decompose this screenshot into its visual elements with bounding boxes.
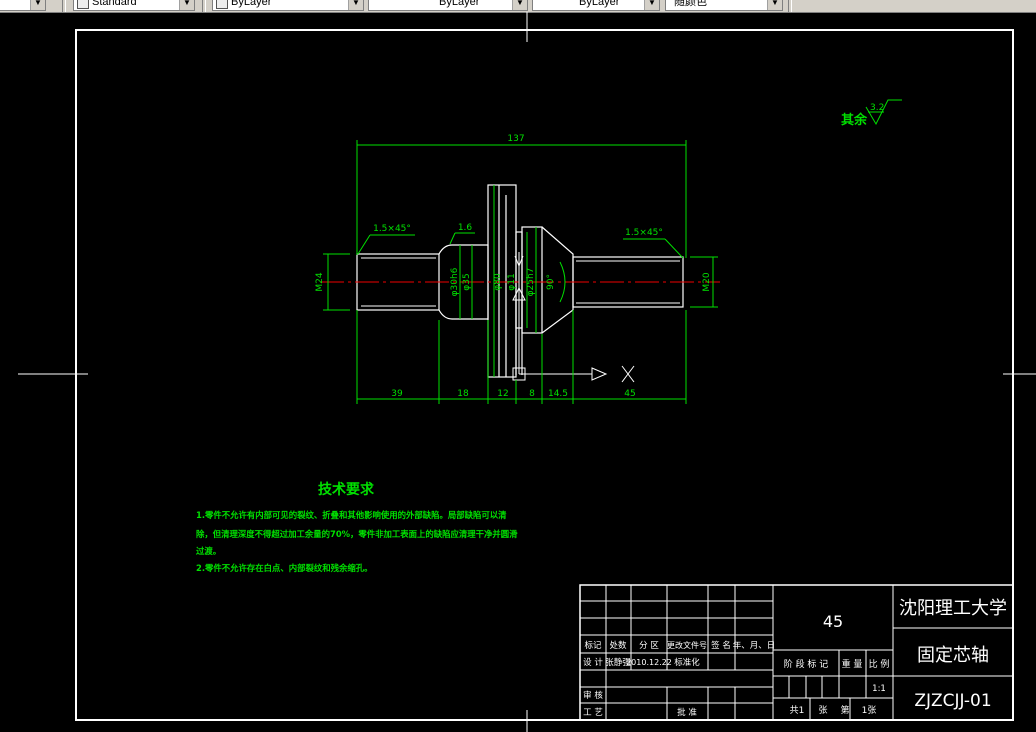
- dim-bore-d: φ11: [507, 273, 517, 290]
- dim-cone-angle: 90°: [546, 274, 556, 290]
- linetype-combo[interactable]: ByLayer ▼: [368, 0, 528, 11]
- tech-req-line: 2.零件不允许存在白点、内部裂纹和残余缩孔。: [196, 563, 373, 573]
- text-style-icon: [77, 0, 89, 9]
- material: 45: [823, 612, 843, 631]
- sheet-no-b: 1张: [862, 705, 877, 716]
- drawing-number: ZJZCJJ-01: [914, 691, 991, 711]
- dimension-labels: 137 1.5×45° 1.6 1.5×45° M24 φ30h6 φ35 φ8…: [315, 103, 884, 399]
- dim-chamfer-left: 1.5×45°: [373, 224, 411, 234]
- technical-requirements: 技术要求 1.零件不允许有内部可见的裂纹、折叠和其他影响使用的外部缺陷。局部缺陷…: [196, 481, 518, 573]
- university-name: 沈阳理工大学: [899, 598, 1007, 619]
- chevron-down-icon[interactable]: ▼: [767, 0, 782, 10]
- roughness-note-label: 其余: [841, 112, 868, 128]
- previous-combo[interactable]: ▼: [0, 0, 46, 11]
- part-name: 固定芯轴: [917, 645, 989, 666]
- mark-cell: 签 名: [711, 640, 731, 651]
- dim-cone-d: φ25h7: [526, 268, 536, 297]
- tech-req-line: 过渡。: [196, 546, 221, 556]
- title-block-text: 45 沈阳理工大学 固定芯轴 ZJZCJJ-01 标记 处数 分 区 更改文件号…: [583, 598, 1007, 718]
- mark-cell: 更改文件号: [667, 640, 707, 650]
- roughness-value: 3.2: [870, 103, 884, 113]
- plot-style-combo[interactable]: 随颜色 ▼: [665, 0, 783, 11]
- tech-req-line: 除，但清理深度不得超过加工余量的70%，零件非加工表面上的缺陷应清理干净并圆滑: [196, 529, 518, 539]
- dim-flange-d: φ80: [493, 273, 503, 291]
- tech-req-title: 技术要求: [318, 481, 375, 498]
- review-label: 审 核: [583, 690, 603, 701]
- inner-frame: [75, 29, 1014, 721]
- plot-style-value: 随颜色: [674, 0, 707, 8]
- dim-thread-right: M20: [702, 272, 712, 291]
- toolbar-separator: [202, 0, 206, 12]
- dim-thread-left: M24: [315, 272, 325, 291]
- centering-marks: [18, 12, 1036, 732]
- chevron-down-icon[interactable]: ▼: [644, 0, 659, 10]
- dim-len-2: 18: [457, 389, 469, 399]
- dim-chamfer-right: 1.5×45°: [625, 228, 663, 238]
- dim-shaft-fit: φ30h6: [450, 267, 460, 296]
- scale-value: 1:1: [872, 684, 886, 694]
- text-style-value: Standard: [92, 0, 137, 8]
- drawing-canvas[interactable]: 137 1.5×45° 1.6 1.5×45° M24 φ30h6 φ35 φ8…: [0, 12, 1036, 732]
- stage-mark-label: 阶 段 标 记: [784, 658, 829, 670]
- text-style-combo[interactable]: Standard ▼: [73, 0, 195, 11]
- toolbar-separator: [62, 0, 66, 12]
- standardization-label: 标准化: [674, 657, 700, 668]
- toolbar-separator: [788, 0, 792, 12]
- layer-value: ByLayer: [231, 0, 272, 8]
- outer-frame: [75, 29, 1014, 721]
- layer-color-icon: [216, 0, 228, 9]
- dim-len-6: 45: [624, 389, 635, 399]
- drawing-border: [75, 29, 1014, 721]
- scale-label: 比 例: [869, 658, 890, 670]
- lineweight-value: ByLayer: [579, 0, 620, 8]
- dimensions: [323, 99, 902, 404]
- weight-label: 重 量: [842, 658, 863, 670]
- mark-cell: 年、月、日: [733, 640, 776, 651]
- linetype-value: ByLayer: [439, 0, 480, 8]
- sheet-total-a: 共1: [790, 705, 805, 716]
- chevron-down-icon[interactable]: ▼: [348, 0, 363, 10]
- dim-len-1: 39: [391, 389, 403, 399]
- part-outline: [356, 184, 684, 378]
- approve-label: 批 准: [677, 707, 697, 718]
- chevron-down-icon[interactable]: ▼: [30, 0, 45, 10]
- chevron-down-icon[interactable]: ▼: [512, 0, 527, 10]
- dim-len-5: 14.5: [548, 389, 568, 399]
- mark-cell: 分 区: [639, 641, 659, 651]
- dim-chamfer-small: 1.6: [458, 223, 473, 233]
- dim-len-3: 12: [497, 389, 508, 399]
- mark-cell: 标记: [584, 640, 602, 651]
- layer-combo[interactable]: ByLayer ▼: [212, 0, 364, 11]
- design-date: 2010.12.22: [626, 658, 672, 667]
- tech-req-line: 1.零件不允许有内部可见的裂纹、折叠和其他影响使用的外部缺陷。局部缺陷可以清: [196, 510, 507, 520]
- dim-len-4: 8: [529, 389, 535, 399]
- dim-shaft-d1: φ35: [462, 273, 472, 290]
- sheet-no-a: 第: [840, 704, 849, 716]
- lineweight-combo[interactable]: ByLayer ▼: [532, 0, 660, 11]
- process-label: 工 艺: [583, 708, 603, 718]
- sheet-total-b: 张: [818, 705, 827, 716]
- dim-overall-length: 137: [507, 134, 524, 144]
- chevron-down-icon[interactable]: ▼: [179, 0, 194, 10]
- design-cell: 设 计: [583, 657, 603, 668]
- mark-cell: 处数: [609, 640, 627, 651]
